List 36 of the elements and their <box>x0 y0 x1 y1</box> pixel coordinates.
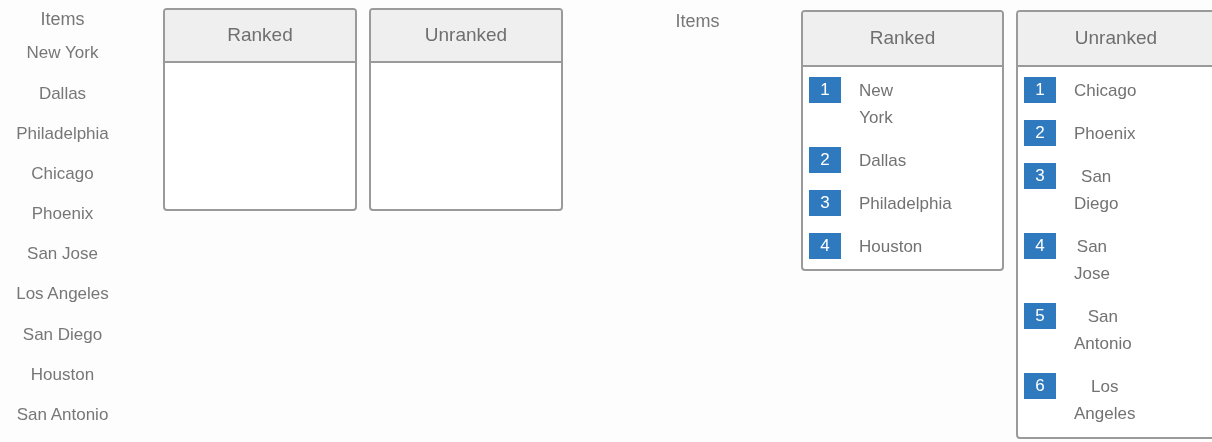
ranked-item[interactable]: Houston <box>849 233 933 260</box>
ranked-item[interactable]: Chicago <box>1064 77 1147 104</box>
rank-badge: 3 <box>1024 163 1056 189</box>
item-label[interactable]: Houston <box>30 361 95 402</box>
rank-badge: 2 <box>1024 120 1056 146</box>
list-title: Ranked <box>227 23 293 48</box>
items-heading: Items <box>675 10 720 33</box>
rank-badge: 4 <box>809 233 841 259</box>
ranked-item[interactable]: San Diego <box>1064 163 1129 217</box>
ranked-item[interactable]: San Jose <box>1064 233 1120 287</box>
ranked-item[interactable]: Phoenix <box>1064 120 1146 147</box>
ranked-item[interactable]: Los Angeles <box>1064 373 1146 427</box>
item-label[interactable]: San Diego <box>22 321 103 362</box>
rank-badge: 1 <box>809 77 841 103</box>
list-title: Unranked <box>1074 26 1158 51</box>
ranked-item[interactable]: Philadelphia <box>849 190 962 217</box>
rank-badge: 3 <box>809 190 841 216</box>
item-label[interactable]: Philadelphia <box>16 120 109 161</box>
item-label[interactable]: San Jose <box>27 241 98 282</box>
list-title: Ranked <box>869 26 936 51</box>
item-label[interactable]: Chicago <box>31 160 94 202</box>
ranked-item[interactable]: San Antonio <box>1064 303 1142 357</box>
rank-badge: 5 <box>1024 303 1056 329</box>
item-label[interactable]: Dallas <box>38 80 87 121</box>
item-label[interactable]: Los Angeles <box>16 281 109 322</box>
rank-badge: 4 <box>1024 233 1056 259</box>
rank-badge: 1 <box>1024 77 1056 103</box>
item-label[interactable]: Phoenix <box>31 201 94 242</box>
ranked-item[interactable]: New York <box>849 77 903 131</box>
rank-badge: 6 <box>1024 373 1056 399</box>
ranked-item[interactable]: Dallas <box>849 147 917 174</box>
items-heading: Items <box>40 8 85 31</box>
item-label[interactable]: San Antonio <box>16 401 109 442</box>
rank-badge: 2 <box>809 147 841 173</box>
list-title: Unranked <box>424 23 508 48</box>
item-label[interactable]: New York <box>26 40 99 81</box>
